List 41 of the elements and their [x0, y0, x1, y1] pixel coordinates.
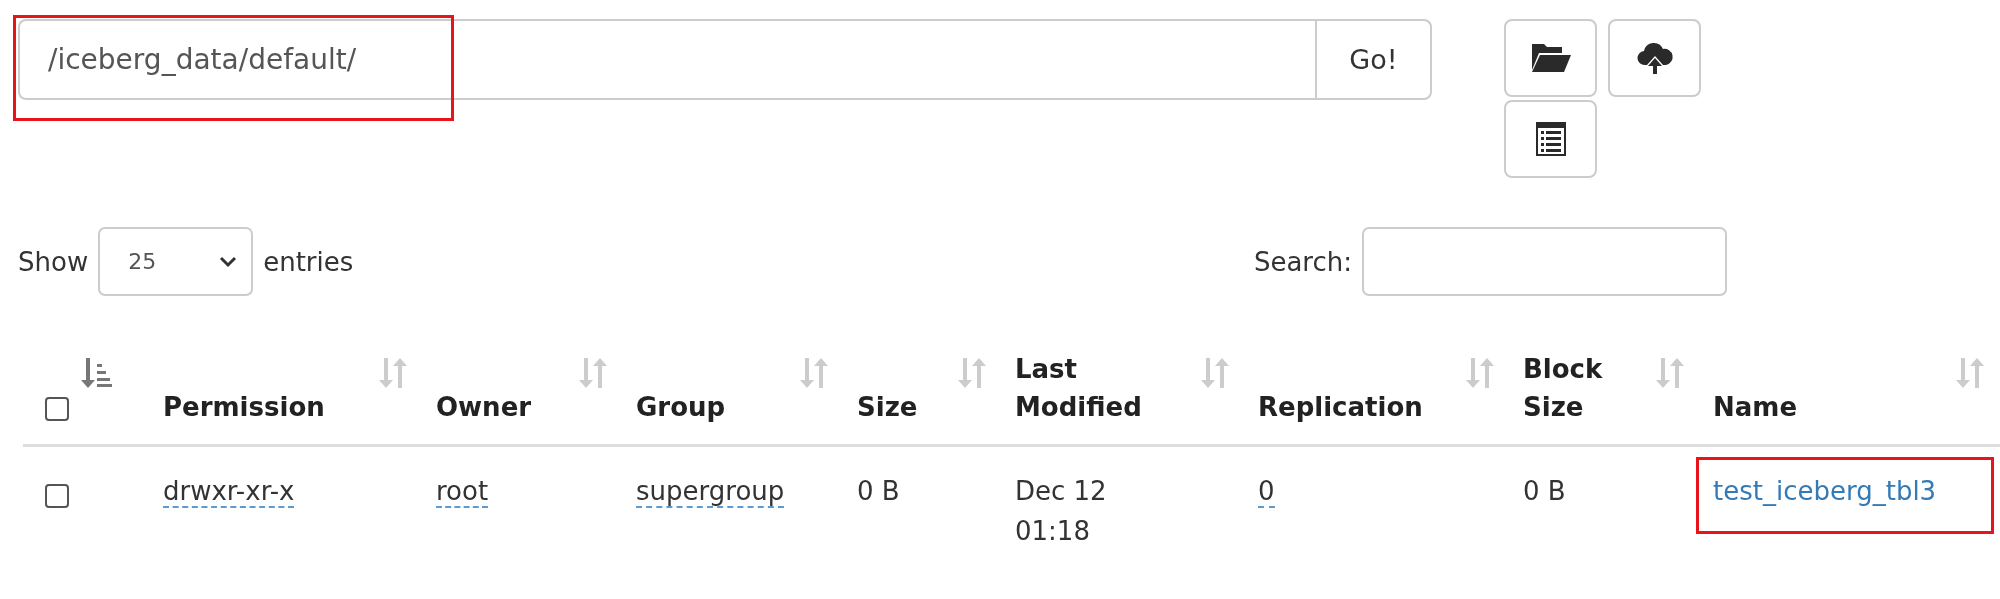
entries-select[interactable]: 25 [98, 227, 254, 296]
search-label: Search: [1253, 246, 1352, 277]
go-button[interactable]: Go! [1315, 19, 1432, 100]
search-field[interactable] [1362, 227, 1727, 296]
cloud-upload-icon [1635, 41, 1674, 75]
table-cell: 0 [1258, 476, 1275, 508]
column-header[interactable]: Name [1713, 388, 1798, 426]
show-label: Show [18, 246, 89, 277]
path-field[interactable]: /iceberg_data/default/ [18, 19, 1315, 100]
folder-icon [1529, 42, 1572, 74]
sort-icon[interactable] [1954, 358, 1986, 388]
select-all-checkbox[interactable] [45, 396, 69, 421]
column-header[interactable]: Permission [163, 388, 325, 426]
list-icon [1535, 122, 1566, 156]
sort-ascending-icon[interactable] [80, 358, 112, 388]
table-cell: drwxr-xr-x [163, 476, 295, 508]
column-header[interactable]: Replication [1258, 388, 1423, 426]
folder-button[interactable] [1504, 19, 1597, 97]
table-cell-text: Dec 12 01:18 [1015, 475, 1108, 548]
column-header[interactable]: Owner [436, 388, 532, 426]
sort-icon[interactable] [377, 358, 409, 388]
table-cell: root [436, 476, 489, 508]
column-header[interactable]: Block Size [1523, 350, 1603, 426]
sort-icon[interactable] [956, 358, 988, 388]
column-header[interactable]: Size [857, 388, 918, 426]
table-cell: supergroup [636, 476, 785, 508]
sort-icon[interactable] [798, 358, 830, 388]
column-header[interactable]: Group [636, 388, 726, 426]
column-header[interactable]: Last Modified [1015, 350, 1142, 426]
upload-button[interactable] [1608, 19, 1701, 97]
list-button[interactable] [1504, 100, 1597, 178]
file-link[interactable]: test_iceberg_tbl3 [1713, 476, 1937, 506]
sort-icon[interactable] [1654, 358, 1686, 388]
entries-label: entries [263, 246, 354, 277]
table-cell-text: 0 B [1523, 475, 1566, 508]
sort-icon[interactable] [577, 358, 609, 388]
table-cell-text: 0 B [857, 475, 900, 508]
caret-icon [219, 255, 238, 268]
sort-icon[interactable] [1464, 358, 1496, 388]
row-checkbox[interactable] [45, 483, 69, 508]
sort-icon[interactable] [1199, 358, 1231, 388]
